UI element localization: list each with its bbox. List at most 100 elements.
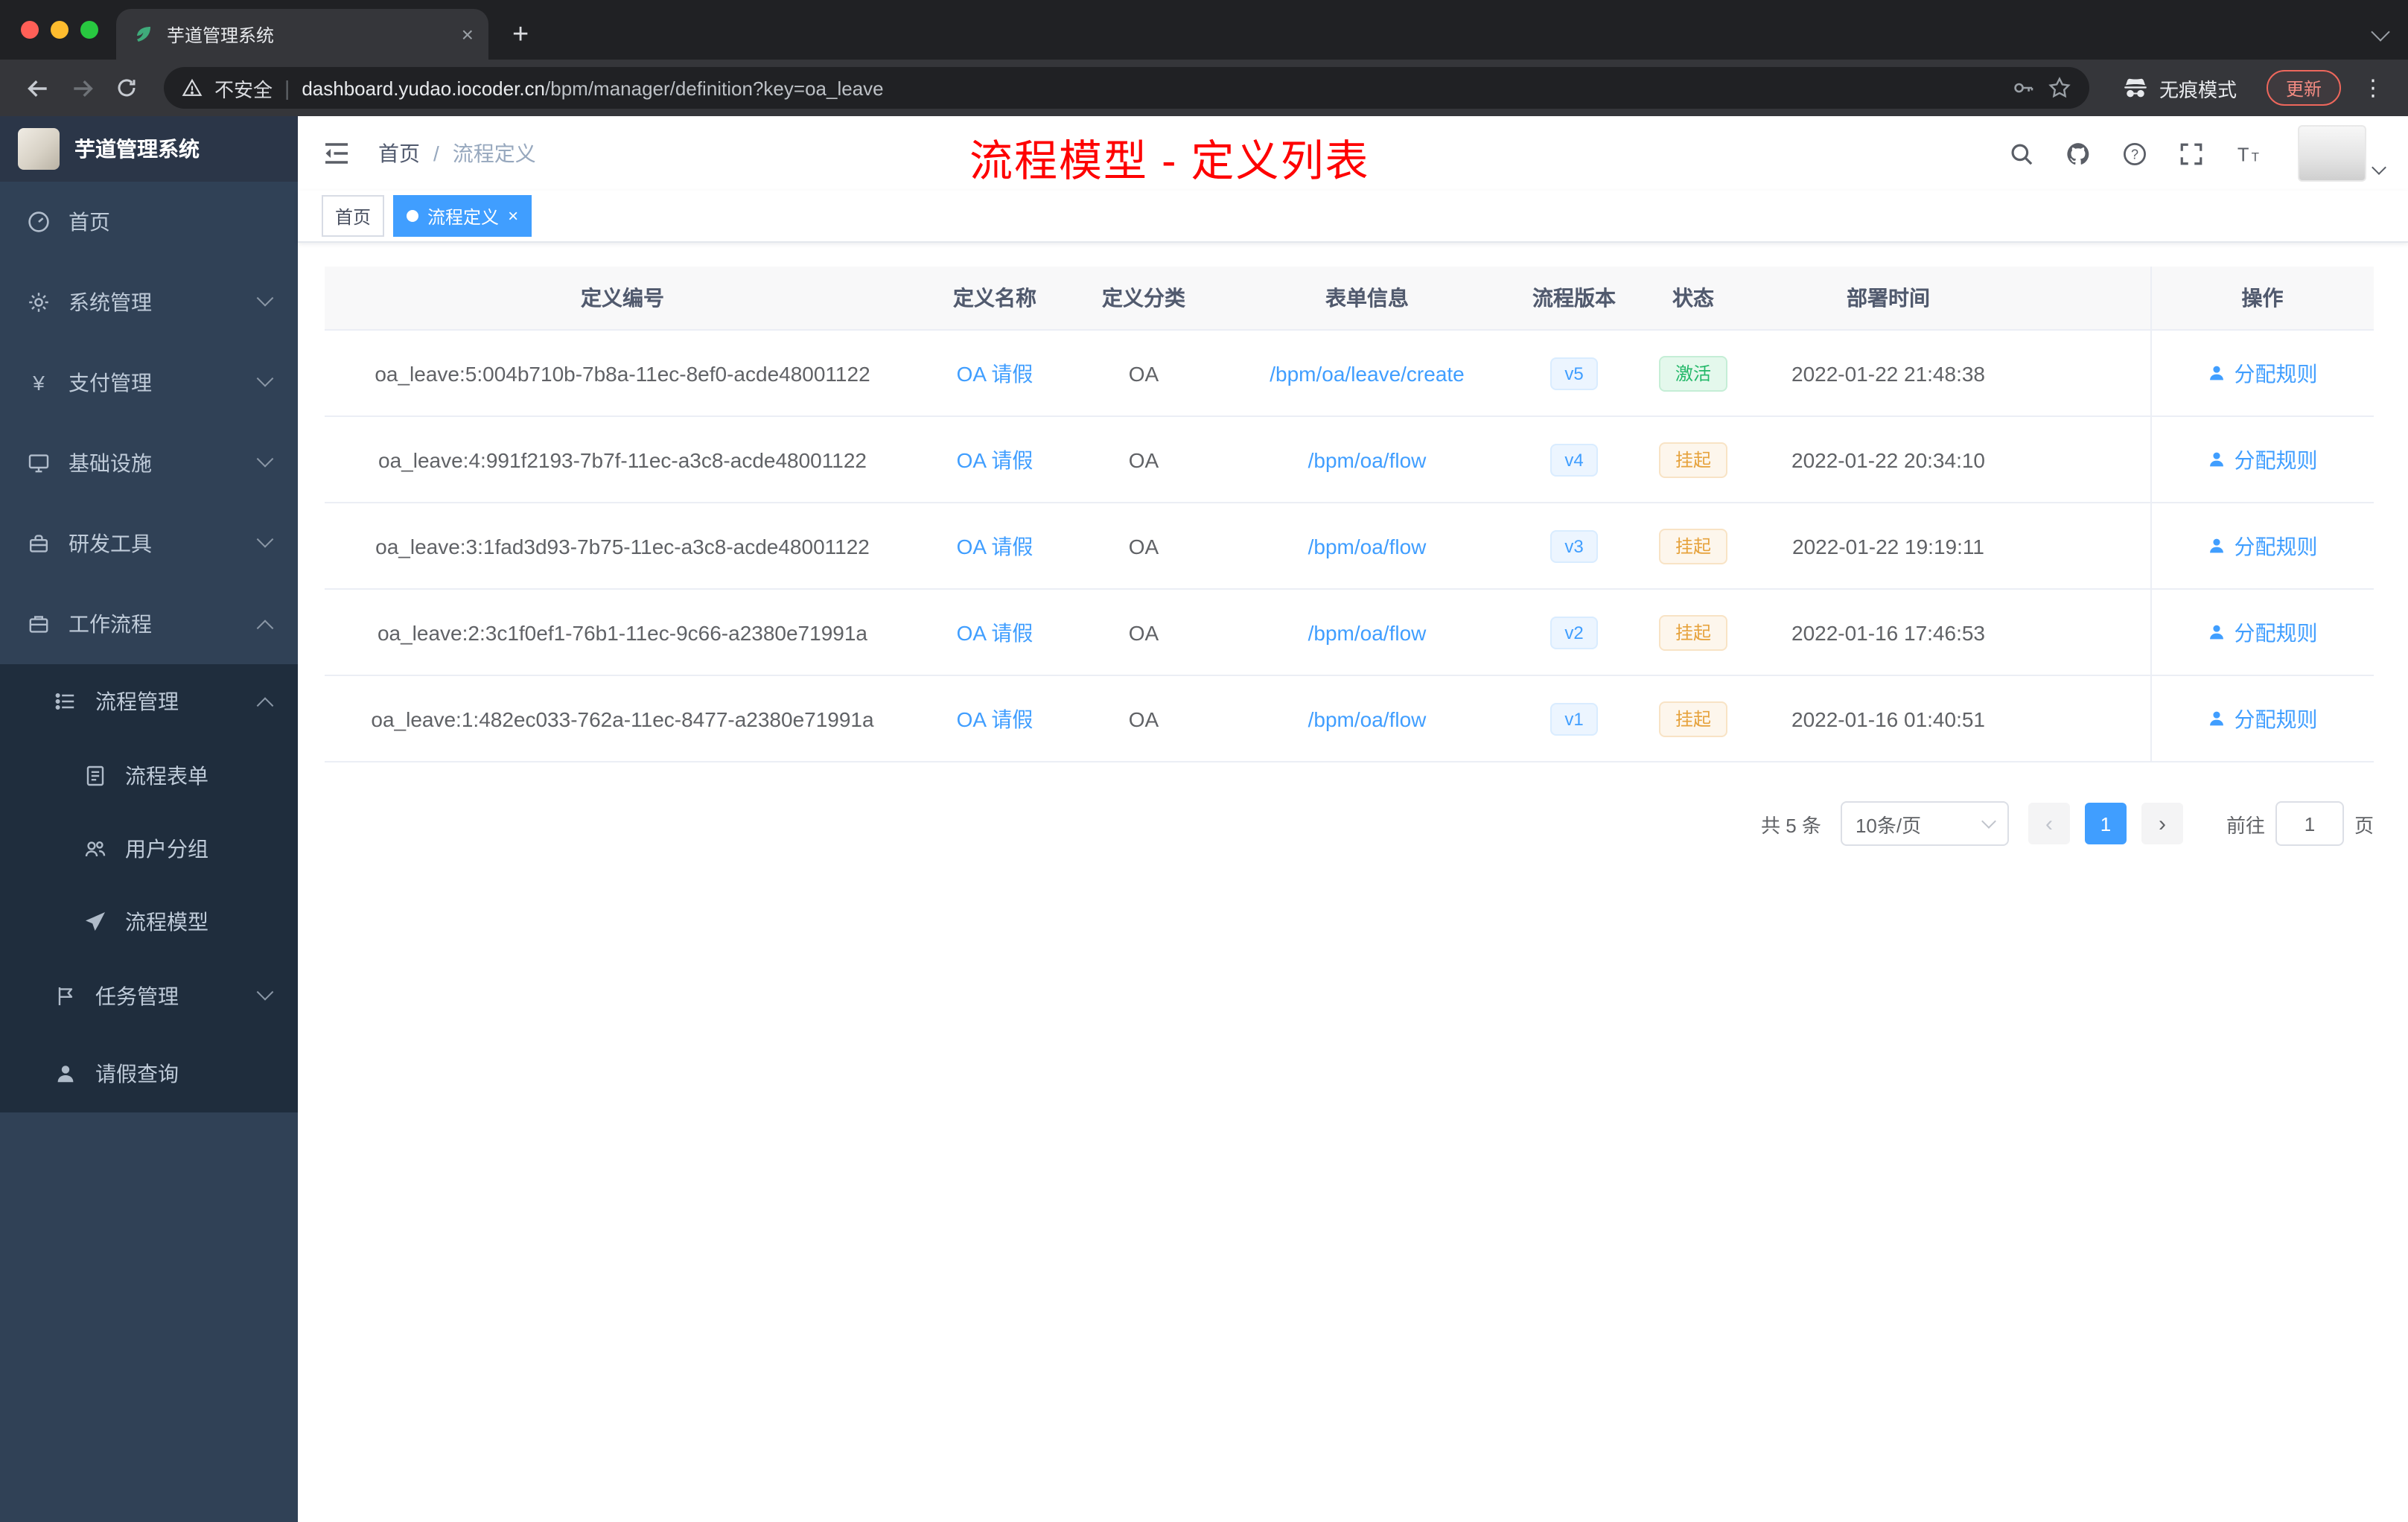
assign-rule-label: 分配规则 (2234, 534, 2318, 558)
form-info-link[interactable]: /bpm/oa/flow (1308, 620, 1427, 644)
person-icon (2210, 366, 2224, 380)
search-icon[interactable] (2009, 141, 2034, 166)
url-text[interactable]: dashboard.yudao.iocoder.cn/bpm/manager/d… (302, 77, 2000, 99)
deploy-time-cell: 2022-01-16 17:46:53 (1754, 589, 2022, 676)
col-deploy-time: 部署时间 (1754, 267, 2022, 331)
definition-name-link[interactable]: OA 请假 (957, 534, 1033, 558)
user-menu[interactable] (2298, 125, 2386, 182)
tag-home[interactable]: 首页 (322, 195, 385, 237)
form-info-link[interactable]: /bpm/oa/leave/create (1270, 361, 1465, 385)
assign-rule-button[interactable]: 分配规则 (2208, 617, 2318, 647)
form-info-link[interactable]: /bpm/oa/flow (1308, 534, 1427, 558)
tab-close-icon[interactable]: × (462, 24, 474, 45)
sidebar-item-infrastructure[interactable]: 基础设施 (0, 423, 298, 503)
font-size-icon[interactable]: TT (2235, 141, 2261, 166)
zoom-window-button[interactable] (80, 21, 98, 39)
tags-view-bar: 首页 流程定义 × (298, 191, 2408, 243)
next-page-button[interactable]: › (2141, 803, 2183, 844)
reload-button[interactable] (107, 76, 146, 100)
new-tab-button[interactable]: + (512, 21, 529, 49)
browser-menu-icon[interactable]: ⋮ (2356, 74, 2390, 101)
tag-process-definition[interactable]: 流程定义 × (393, 195, 532, 237)
address-bar[interactable]: 不安全 | dashboard.yudao.iocoder.cn/bpm/man… (164, 67, 2089, 109)
form-info-link[interactable]: /bpm/oa/flow (1308, 707, 1427, 730)
assign-rule-label: 分配规则 (2234, 448, 2318, 471)
sidebar-item-process-models[interactable]: 流程模型 (0, 885, 298, 958)
sidebar-item-devtools[interactable]: 研发工具 (0, 503, 298, 584)
goto-page-input[interactable] (2275, 801, 2344, 846)
user-avatar[interactable] (2298, 125, 2366, 182)
sidebar-collapse-icon[interactable] (322, 138, 351, 168)
tag-close-icon[interactable]: × (508, 207, 518, 225)
security-label[interactable]: 不安全 (214, 74, 273, 102)
tab-favicon-icon (137, 27, 150, 42)
fullscreen-icon[interactable] (2179, 141, 2204, 166)
version-badge: v1 (1549, 702, 1599, 735)
form-info-link[interactable]: /bpm/oa/flow (1308, 448, 1427, 471)
prev-page-button[interactable]: ‹ (2028, 803, 2070, 844)
filler-cell (2022, 330, 2150, 417)
definition-name-link[interactable]: OA 请假 (957, 707, 1033, 730)
sidebar-item-user-groups[interactable]: 用户分组 (0, 812, 298, 885)
sidebar-logo[interactable]: 芋道管理系统 (0, 116, 298, 182)
close-window-button[interactable] (21, 21, 39, 39)
table-row: oa_leave:4:991f2193-7b7f-11ec-a3c8-acde4… (325, 416, 2374, 503)
logo-avatar (18, 128, 60, 170)
browser-toolbar: 不安全 | dashboard.yudao.iocoder.cn/bpm/man… (0, 60, 2408, 116)
app-window: 芋道管理系统 首页 系统管理 ¥ 支付管理 基础设施 研发工具 工作流程 流程管… (0, 116, 2408, 1522)
breadcrumb-home[interactable]: 首页 (378, 138, 420, 168)
tab-list-chevron-icon[interactable] (2371, 22, 2390, 42)
definition-name-link[interactable]: OA 请假 (957, 448, 1033, 471)
filler-cell (2022, 675, 2150, 762)
back-button[interactable] (18, 75, 57, 101)
github-icon[interactable] (2065, 141, 2091, 166)
update-button[interactable]: 更新 (2266, 70, 2341, 106)
incognito-badge: 无痕模式 (2107, 74, 2252, 102)
main-area: 首页 / 流程定义 流程模型 - 定义列表 ? TT 首页 流程定义 × 定义编… (298, 116, 2408, 1522)
assign-rule-button[interactable]: 分配规则 (2208, 358, 2318, 388)
active-tag-dot-icon (407, 210, 419, 222)
update-label: 更新 (2285, 78, 2322, 99)
assign-rule-label: 分配规则 (2234, 707, 2318, 730)
top-navbar: 首页 / 流程定义 流程模型 - 定义列表 ? TT (298, 116, 2408, 191)
page-1-button[interactable]: 1 (2084, 803, 2127, 844)
col-definition-id: 定义编号 (325, 267, 920, 331)
page-annotation: 流程模型 - 定义列表 (969, 138, 1370, 186)
sidebar-item-leave-query[interactable]: 请假查询 (0, 1035, 298, 1112)
person-icon (2210, 452, 2224, 467)
key-icon[interactable] (2012, 76, 2036, 100)
assign-rule-button[interactable]: 分配规则 (2208, 531, 2318, 561)
definition-name-link[interactable]: OA 请假 (957, 620, 1033, 644)
definition-id-cell: oa_leave:4:991f2193-7b7f-11ec-a3c8-acde4… (325, 416, 920, 503)
status-badge: 激活 (1658, 355, 1727, 391)
status-badge: 挂起 (1658, 528, 1727, 564)
bookmark-star-icon[interactable] (2048, 76, 2071, 100)
browser-tab[interactable]: 芋道管理系统 × (116, 9, 488, 60)
caret-down-icon (2372, 160, 2386, 175)
navbar-actions: ? TT (2009, 125, 2386, 182)
page-size-select[interactable]: 10条/页 (1840, 801, 2009, 846)
omnibox-divider: | (284, 76, 290, 100)
sidebar-item-home[interactable]: 首页 (0, 182, 298, 262)
forward-button[interactable] (63, 75, 101, 101)
sidebar-item-process-management[interactable]: 流程管理 (0, 664, 298, 739)
browser-tab-strip: 芋道管理系统 × + (0, 0, 2408, 60)
sidebar-item-process-forms[interactable]: 流程表单 (0, 739, 298, 812)
definition-id-cell: oa_leave:1:482ec033-762a-11ec-8477-a2380… (325, 675, 920, 762)
pagination-total: 共 5 条 (1761, 814, 1821, 836)
help-icon[interactable]: ? (2122, 141, 2147, 166)
sidebar-item-payment[interactable]: ¥ 支付管理 (0, 343, 298, 423)
screenshot-root: 芋道管理系统 × + 不安全 | dashboard.yudao.iocoder… (0, 0, 2408, 1522)
sidebar-item-workflow[interactable]: 工作流程 (0, 584, 298, 664)
minimize-window-button[interactable] (51, 21, 69, 39)
assign-rule-button[interactable]: 分配规则 (2208, 445, 2318, 474)
sidebar-item-system[interactable]: 系统管理 (0, 262, 298, 343)
dashboard-icon (28, 211, 49, 232)
pagination-bar: 共 5 条 10条/页 ‹ 1 › 前往 页 (325, 801, 2374, 846)
table-row: oa_leave:5:004b710b-7b8a-11ec-8ef0-acde4… (325, 330, 2374, 417)
person-icon (2210, 538, 2224, 553)
definition-name-link[interactable]: OA 请假 (957, 361, 1033, 385)
sidebar-item-task-management[interactable]: 任务管理 (0, 958, 298, 1035)
assign-rule-button[interactable]: 分配规则 (2208, 704, 2318, 733)
incognito-icon (2124, 78, 2147, 98)
